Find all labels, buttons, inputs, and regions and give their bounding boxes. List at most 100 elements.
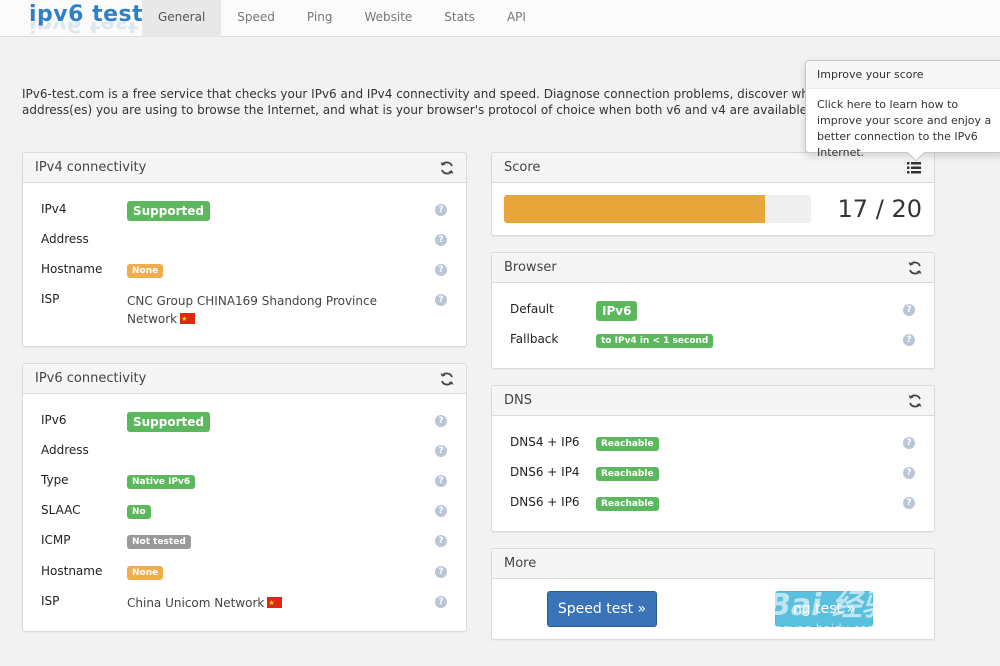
watermark-url: jingyan.baidu.com	[768, 622, 879, 636]
row-label: ICMP	[41, 533, 71, 547]
isp-value-text: China Unicom Network	[127, 596, 265, 610]
row-label: DNS4 + IP6	[510, 435, 580, 449]
score-panel-title: Score	[504, 160, 541, 175]
improve-score-popover[interactable]: Improve your score Click here to learn h…	[805, 60, 1000, 162]
browser-panel-title: Browser	[504, 260, 557, 275]
row-label: Address	[41, 443, 89, 457]
row-label: DNS6 + IP6	[510, 495, 580, 509]
dns-panel-title: DNS	[504, 393, 532, 408]
row-label: Address	[41, 232, 89, 246]
fallback-row: Fallback to IPv4 in < 1 second ?	[492, 329, 934, 351]
more-panel-header: More	[492, 549, 934, 579]
ipv6-panel-header: IPv6 connectivity	[23, 364, 466, 394]
status-badge: Native IPv6	[127, 475, 196, 489]
slaac-row: SLAAC No ?	[23, 500, 466, 522]
help-icon[interactable]: ?	[435, 505, 447, 517]
ipv4-panel-title: IPv4 connectivity	[35, 160, 147, 175]
status-badge: None	[127, 566, 164, 580]
help-icon[interactable]: ?	[435, 204, 447, 216]
ipv6-panel: IPv6 connectivity IPv6 Supported ? Addre…	[22, 363, 467, 632]
status-badge: Reachable	[596, 497, 659, 511]
nav-general[interactable]: General	[142, 0, 222, 37]
help-icon[interactable]: ?	[435, 475, 447, 487]
status-badge: Supported	[127, 412, 210, 432]
refresh-icon[interactable]	[439, 371, 455, 387]
row-label: Type	[41, 473, 69, 487]
row-label: Default	[510, 302, 554, 316]
main-nav: General Speed Ping Website Stats API	[142, 0, 542, 37]
score-value: 17 / 20	[838, 195, 922, 223]
help-icon[interactable]: ?	[903, 334, 915, 346]
row-label: ISP	[41, 594, 60, 608]
help-icon[interactable]: ?	[903, 304, 915, 316]
nav-speed[interactable]: Speed	[221, 0, 291, 37]
score-max: 20	[891, 195, 922, 223]
row-label: IPv4	[41, 202, 67, 216]
type-row: Type Native IPv6 ?	[23, 470, 466, 492]
status-badge: No	[127, 505, 151, 519]
isp-value: China Unicom Network	[127, 594, 283, 612]
popover-title: Improve your score	[806, 61, 1000, 89]
hostname-row: Hostname None ?	[23, 561, 466, 583]
nav-website[interactable]: Website	[348, 0, 428, 37]
refresh-icon[interactable]	[907, 393, 923, 409]
icmp-row: ICMP Not tested ?	[23, 530, 466, 552]
address-row: Address ?	[23, 229, 466, 251]
ipv4-panel-header: IPv4 connectivity	[23, 153, 466, 183]
dns-panel: DNS DNS4 + IP6 Reachable ? DNS6 + IP4 Re…	[491, 385, 935, 532]
dns-panel-header: DNS	[492, 386, 934, 416]
help-icon[interactable]: ?	[435, 596, 447, 608]
refresh-icon[interactable]	[907, 260, 923, 276]
watermark: Bai 经验	[768, 588, 892, 623]
row-label: Fallback	[510, 332, 559, 346]
intro-text: IPv6-test.com is a free service that che…	[22, 87, 827, 117]
status-badge: Supported	[127, 201, 210, 221]
default-row: Default IPv6 ?	[492, 299, 934, 321]
nav-stats[interactable]: Stats	[428, 0, 491, 37]
help-icon[interactable]: ?	[435, 445, 447, 457]
score-separator: /	[875, 195, 884, 223]
status-badge: to IPv4 in < 1 second	[596, 334, 714, 348]
dns-row: DNS6 + IP4 Reachable ?	[492, 462, 934, 484]
brand-logo-reflection: ipv6 test	[29, 22, 139, 36]
browser-panel-header: Browser	[492, 253, 934, 283]
ipv4-row: IPv4 Supported ?	[23, 199, 466, 221]
speed-test-button[interactable]: Speed test »	[547, 591, 657, 627]
status-badge: None	[127, 264, 164, 278]
score-current: 17	[837, 195, 869, 223]
help-icon[interactable]: ?	[435, 535, 447, 547]
nav-api[interactable]: API	[491, 0, 542, 37]
row-label: Hostname	[41, 262, 103, 276]
browser-panel: Browser Default IPv6 ? Fallback to IPv4 …	[491, 252, 935, 369]
row-label: ISP	[41, 292, 60, 306]
ipv4-panel: IPv4 connectivity IPv4 Supported ? Addre…	[22, 152, 467, 347]
china-flag-icon	[267, 594, 283, 612]
help-icon[interactable]: ?	[903, 437, 915, 449]
isp-row: ISP China Unicom Network ?	[23, 591, 466, 613]
help-icon[interactable]: ?	[435, 264, 447, 276]
help-icon[interactable]: ?	[435, 234, 447, 246]
address-row: Address ?	[23, 440, 466, 462]
help-icon[interactable]: ?	[903, 497, 915, 509]
ipv6-panel-title: IPv6 connectivity	[35, 371, 147, 386]
refresh-icon[interactable]	[439, 160, 455, 176]
isp-value-line1: CNC Group CHINA169 Shandong Province	[127, 294, 377, 308]
navbar: ipv6 test ipv6 test General Speed Ping W…	[0, 0, 1000, 37]
row-label: IPv6	[41, 413, 67, 427]
ipv6-row: IPv6 Supported ?	[23, 410, 466, 432]
row-label: Hostname	[41, 564, 103, 578]
status-badge: Reachable	[596, 437, 659, 451]
nav-ping[interactable]: Ping	[291, 0, 349, 37]
help-icon[interactable]: ?	[435, 294, 447, 306]
status-badge: Reachable	[596, 467, 659, 481]
row-label: SLAAC	[41, 503, 81, 517]
dns-row: DNS6 + IP6 Reachable ?	[492, 492, 934, 514]
isp-value-line2: Network	[127, 312, 178, 326]
help-icon[interactable]: ?	[435, 415, 447, 427]
china-flag-icon	[180, 310, 196, 328]
popover-body: Click here to learn how to improve your …	[817, 98, 992, 159]
help-icon[interactable]: ?	[435, 566, 447, 578]
dns-row: DNS4 + IP6 Reachable ?	[492, 432, 934, 454]
help-icon[interactable]: ?	[903, 467, 915, 479]
more-panel-title: More	[504, 556, 537, 571]
